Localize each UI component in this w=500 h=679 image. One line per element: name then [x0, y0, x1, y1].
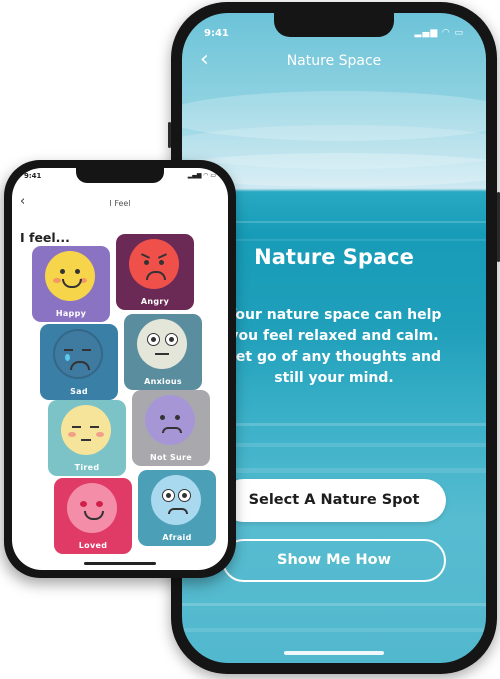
nav-title: I Feel	[109, 199, 131, 208]
nav-title: Nature Space	[286, 53, 382, 69]
status-time: 9:41	[24, 172, 42, 180]
mood-label: Anxious	[144, 377, 182, 386]
mood-tile-anxious[interactable]: Anxious	[124, 314, 202, 390]
mood-label: Afraid	[162, 533, 192, 542]
tired-face-icon	[61, 405, 111, 455]
unsure-face-icon	[145, 395, 195, 445]
mood-tile-happy[interactable]: Happy	[32, 246, 110, 322]
anxious-face-icon	[137, 319, 187, 369]
mood-tile-not-sure[interactable]: Not Sure	[132, 390, 210, 466]
feel-heading: I feel...	[20, 230, 70, 245]
home-indicator	[284, 651, 384, 655]
angry-face-icon	[129, 239, 179, 289]
mood-label: Not Sure	[149, 453, 193, 462]
select-nature-spot-button[interactable]: Select A Nature Spot	[222, 479, 446, 522]
happy-face-icon	[45, 251, 95, 301]
mood-label: Angry	[140, 297, 170, 306]
mood-tile-angry[interactable]: Angry	[116, 234, 194, 310]
mute-switch	[168, 122, 171, 148]
home-indicator	[84, 562, 156, 565]
nav-bar: ‹ I Feel	[12, 194, 228, 212]
nav-bar: ‹ Nature Space	[182, 49, 486, 71]
water-streak	[182, 628, 486, 632]
signal-wifi-battery-icon: ▂▄▆ ◠ ▭	[414, 28, 464, 38]
mood-label: Happy	[55, 309, 87, 318]
mood-tile-loved[interactable]: Loved	[54, 478, 132, 554]
mood-label: Tired	[74, 463, 100, 472]
water-streak	[182, 603, 486, 606]
i-feel-phone: 9:41 ▂▄▆ ◠ ▭ ‹ I Feel I feel... Happy An…	[4, 160, 236, 578]
mood-tile-afraid[interactable]: Afraid	[138, 470, 216, 546]
camera-notch	[76, 168, 164, 183]
afraid-face-icon	[151, 475, 201, 525]
i-feel-screen: 9:41 ▂▄▆ ◠ ▭ ‹ I Feel I feel... Happy An…	[12, 168, 228, 570]
status-time: 9:41	[204, 28, 229, 39]
mood-tile-sad[interactable]: Sad	[40, 324, 118, 400]
intro-text: Your nature space can help you feel rela…	[226, 307, 442, 386]
status-bar: 9:41 ▂▄▆ ◠ ▭	[182, 26, 486, 42]
show-me-how-button[interactable]: Show Me How	[222, 539, 446, 582]
signal-wifi-battery-icon: ▂▄▆ ◠ ▭	[187, 172, 216, 179]
mood-tile-tired[interactable]: Tired	[48, 400, 126, 476]
sad-face-icon	[53, 329, 103, 379]
mood-label: Loved	[78, 541, 108, 550]
mood-label: Sad	[70, 387, 88, 396]
loved-face-icon	[67, 483, 117, 533]
